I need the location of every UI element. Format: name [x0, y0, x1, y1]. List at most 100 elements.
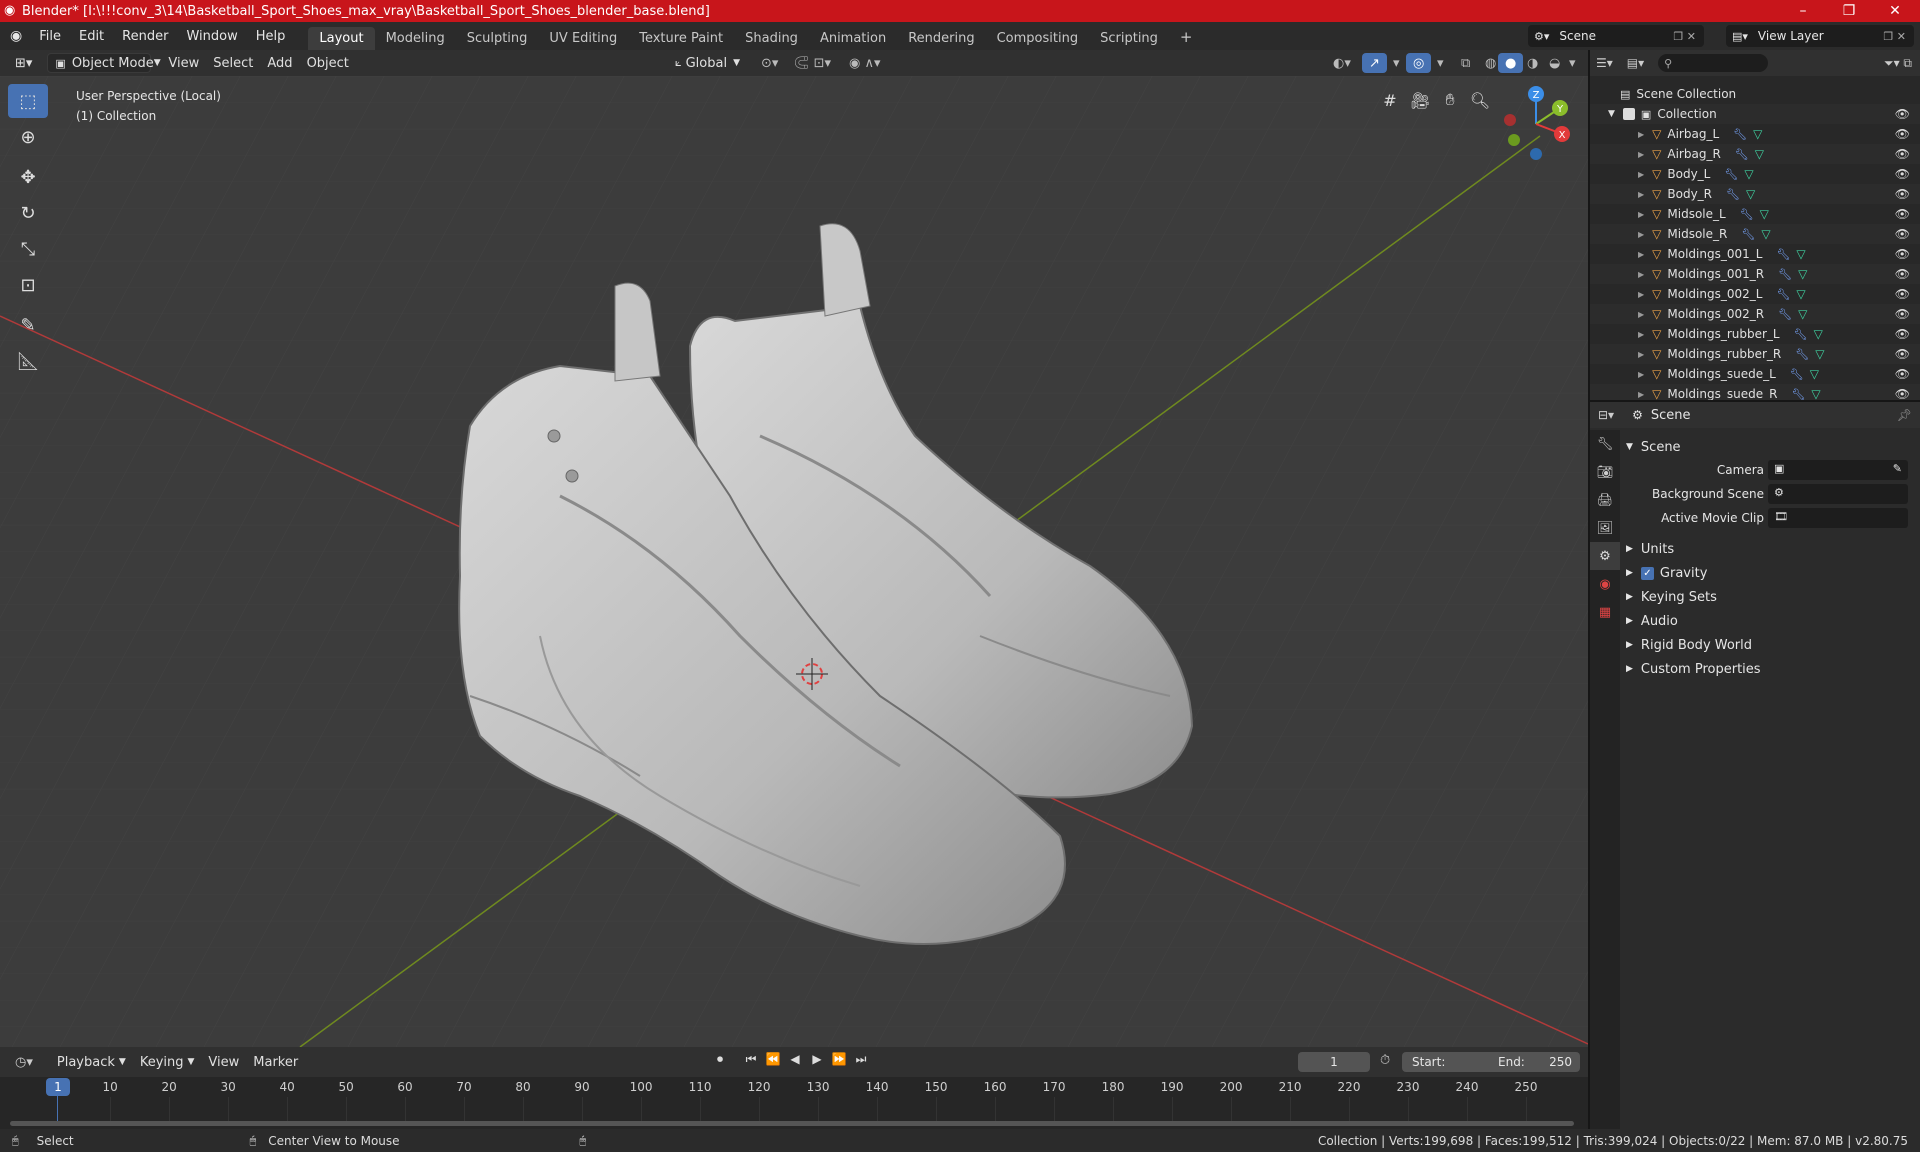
- tab-uv-editing[interactable]: UV Editing: [538, 27, 628, 50]
- menu-object[interactable]: Object: [300, 53, 356, 73]
- tab-rendering[interactable]: Rendering: [897, 27, 985, 50]
- modifier-icon[interactable]: 🔧︎: [1733, 128, 1747, 141]
- mesh-data-icon[interactable]: ▽: [1753, 127, 1762, 141]
- mesh-data-icon[interactable]: ▽: [1798, 267, 1807, 281]
- xray-icon[interactable]: ⧉: [1454, 53, 1477, 73]
- outliner-search-input[interactable]: ⚲: [1658, 54, 1769, 72]
- filter-icon[interactable]: ⏷▾ ⧉: [1884, 56, 1912, 71]
- outliner-object-row[interactable]: ▶ ▽ Moldings_002_R 🔧︎ ▽ 👁︎: [1590, 304, 1920, 324]
- outliner-editor-icon[interactable]: ☰▾: [1596, 56, 1613, 70]
- eye-icon[interactable]: 👁︎: [1895, 227, 1910, 241]
- render-tab-icon[interactable]: 📷︎: [1590, 458, 1620, 486]
- expand-arrow-icon[interactable]: ▶: [1638, 390, 1644, 399]
- record-icon[interactable]: ⏺: [710, 1052, 730, 1067]
- rotate-tool[interactable]: ↻: [8, 196, 48, 230]
- modifier-icon[interactable]: 🔧︎: [1795, 348, 1809, 361]
- neg-z-handle[interactable]: [1530, 148, 1542, 160]
- mesh-data-icon[interactable]: ▽: [1798, 307, 1807, 321]
- play-reverse-icon[interactable]: ◀: [786, 1052, 804, 1067]
- menu-render[interactable]: Render: [113, 29, 177, 44]
- eye-icon[interactable]: 👁︎: [1895, 347, 1910, 361]
- expand-arrow-icon[interactable]: ▶: [1638, 350, 1644, 359]
- properties-editor-icon[interactable]: ⊟▾: [1598, 408, 1614, 422]
- menu-add[interactable]: Add: [260, 53, 299, 73]
- proportional-edit-icon[interactable]: ◉ ∧▾: [842, 53, 888, 73]
- menu-select[interactable]: Select: [206, 53, 260, 73]
- scene-close-icon[interactable]: ❐ ✕: [1673, 30, 1696, 43]
- measure-tool[interactable]: 📐︎: [8, 344, 48, 378]
- camera-view-icon[interactable]: 🎥︎: [1406, 86, 1434, 114]
- outliner-object-row[interactable]: ▶ ▽ Moldings_001_R 🔧︎ ▽ 👁︎: [1590, 264, 1920, 284]
- minimize-button[interactable]: –: [1780, 0, 1826, 22]
- snap-icon[interactable]: 🧲︎ ⊡▾: [786, 53, 838, 73]
- neg-x-handle[interactable]: [1504, 114, 1516, 126]
- neg-y-handle[interactable]: [1508, 134, 1520, 146]
- transform-orientation-dropdown[interactable]: ⟀ Global ▼: [668, 53, 747, 73]
- collection-checkbox[interactable]: [1622, 108, 1635, 120]
- mesh-data-icon[interactable]: ▽: [1746, 187, 1755, 201]
- zoom-icon[interactable]: 🔍︎: [1466, 86, 1494, 114]
- camera-field[interactable]: ▣ ✎: [1768, 460, 1908, 480]
- cursor-tool[interactable]: ⊕: [8, 120, 48, 154]
- overlays-toggle-icon[interactable]: ◎: [1406, 53, 1432, 73]
- jump-start-icon[interactable]: ⏮: [742, 1052, 760, 1067]
- tab-sculpting[interactable]: Sculpting: [456, 27, 539, 50]
- outliner-object-row[interactable]: ▶ ▽ Airbag_L 🔧︎ ▽ 👁︎: [1590, 124, 1920, 144]
- modifier-icon[interactable]: 🔧︎: [1790, 368, 1804, 381]
- modifier-icon[interactable]: 🔧︎: [1776, 248, 1790, 261]
- background-scene-field[interactable]: ⚙: [1768, 484, 1908, 504]
- expand-arrow-icon[interactable]: ▶: [1638, 270, 1644, 279]
- mesh-data-icon[interactable]: ▽: [1811, 387, 1820, 401]
- modifier-icon[interactable]: 🔧︎: [1776, 288, 1790, 301]
- scene-tab-icon[interactable]: ⚙: [1590, 542, 1620, 570]
- modifier-icon[interactable]: 🔧︎: [1735, 148, 1749, 161]
- active-movie-clip-field[interactable]: 🎞︎: [1768, 508, 1908, 528]
- outliner-object-row[interactable]: ▶ ▽ Airbag_R 🔧︎ ▽ 👁︎: [1590, 144, 1920, 164]
- pin-icon[interactable]: 📌︎: [1897, 408, 1912, 422]
- audio-panel-header[interactable]: ▶ Audio: [1626, 610, 1678, 632]
- view-layer-selector[interactable]: ▤▾ View Layer ❐ ✕: [1726, 25, 1914, 47]
- outliner-object-row[interactable]: ▶ ▽ Midsole_L 🔧︎ ▽ 👁︎: [1590, 204, 1920, 224]
- shading-options-icon[interactable]: ▾: [1562, 53, 1583, 73]
- pivot-point-icon[interactable]: ⊙▾: [754, 53, 785, 73]
- scene-selector[interactable]: ⚙▾ Scene ❐ ✕: [1528, 25, 1704, 47]
- mesh-data-icon[interactable]: ▽: [1760, 207, 1769, 221]
- modifier-icon[interactable]: 🔧︎: [1791, 388, 1805, 401]
- maximize-button[interactable]: ❐: [1826, 0, 1872, 22]
- modifier-icon[interactable]: 🔧︎: [1778, 308, 1792, 321]
- eye-icon[interactable]: 👁︎: [1895, 327, 1910, 341]
- view-layer-close-icon[interactable]: ❐ ✕: [1883, 30, 1906, 43]
- overlays-dropdown-icon[interactable]: ▾: [1430, 53, 1451, 73]
- timeline-editor-icon[interactable]: ◷▾: [8, 1052, 40, 1072]
- blender-menu-icon[interactable]: ◉: [0, 28, 30, 44]
- outliner-object-row[interactable]: ▶ ▽ Moldings_002_L 🔧︎ ▽ 👁︎: [1590, 284, 1920, 304]
- keying-sets-panel-header[interactable]: ▶ Keying Sets: [1626, 586, 1717, 608]
- expand-arrow-icon[interactable]: ▼: [1608, 109, 1615, 119]
- eye-icon[interactable]: 👁︎: [1895, 287, 1910, 301]
- expand-arrow-icon[interactable]: ▶: [1638, 190, 1644, 199]
- outliner-scene-collection[interactable]: ▤ Scene Collection: [1590, 84, 1920, 104]
- current-frame-field[interactable]: 1: [1298, 1052, 1370, 1072]
- menu-marker[interactable]: Marker: [246, 1052, 305, 1072]
- jump-end-icon[interactable]: ⏭: [852, 1052, 870, 1067]
- close-button[interactable]: ✕: [1872, 0, 1918, 22]
- eye-icon[interactable]: 👁︎: [1895, 127, 1910, 141]
- select-box-tool[interactable]: ⬚: [8, 84, 48, 118]
- expand-arrow-icon[interactable]: ▶: [1638, 310, 1644, 319]
- scale-tool[interactable]: ⤡: [8, 232, 48, 266]
- modifier-icon[interactable]: 🔧︎: [1741, 228, 1755, 241]
- tab-animation[interactable]: Animation: [809, 27, 897, 50]
- expand-arrow-icon[interactable]: ▶: [1638, 330, 1644, 339]
- expand-arrow-icon[interactable]: ▶: [1638, 210, 1644, 219]
- modifier-icon[interactable]: 🔧︎: [1778, 268, 1792, 281]
- outliner-object-row[interactable]: ▶ ▽ Body_R 🔧︎ ▽ 👁︎: [1590, 184, 1920, 204]
- expand-arrow-icon[interactable]: ▶: [1638, 150, 1644, 159]
- outliner-collection[interactable]: ▼ ▣ Collection 👁︎: [1590, 104, 1920, 124]
- tool-tab-icon[interactable]: 🔧︎: [1590, 430, 1620, 458]
- mesh-data-icon[interactable]: ▽: [1796, 247, 1805, 261]
- tab-texture-paint[interactable]: Texture Paint: [628, 27, 734, 50]
- eye-icon[interactable]: 👁︎: [1895, 207, 1910, 221]
- mesh-data-icon[interactable]: ▽: [1744, 167, 1753, 181]
- menu-keying[interactable]: Keying ▼: [133, 1052, 202, 1072]
- visibility-icon[interactable]: ◐▾: [1326, 53, 1358, 73]
